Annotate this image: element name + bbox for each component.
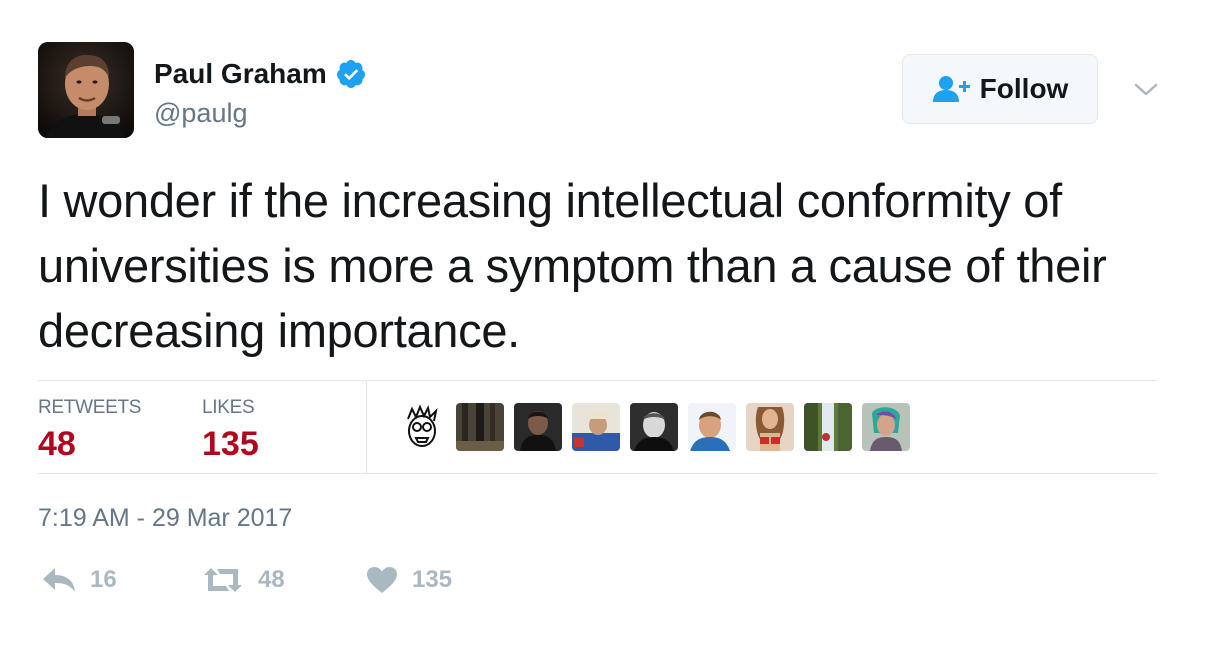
retweets-count: 48 (38, 425, 76, 463)
retweets-label: RETWEETS (38, 397, 142, 418)
more-options-chevron-down-icon[interactable] (1130, 74, 1162, 106)
reply-button[interactable]: 16 (42, 566, 117, 594)
author-name-text[interactable]: Paul Graham (154, 58, 327, 90)
follow-button-label: Follow (979, 73, 1069, 104)
verified-badge-icon (335, 58, 367, 90)
heart-icon (367, 567, 397, 593)
liker-avatar[interactable] (804, 403, 852, 451)
likes-label: LIKES (202, 397, 255, 418)
retweets-stat[interactable]: RETWEETS 48 (38, 397, 141, 464)
liker-avatar[interactable] (862, 403, 910, 451)
tweet-text: I wonder if the increasing intellectual … (38, 174, 1107, 357)
author-handle[interactable]: @paulg (154, 98, 247, 129)
liker-avatar[interactable] (456, 403, 504, 451)
likes-count: 135 (202, 425, 259, 463)
author-name[interactable]: Paul Graham (154, 58, 367, 90)
follow-button[interactable]: Follow (902, 54, 1098, 124)
author-avatar[interactable] (38, 42, 134, 138)
liker-avatar[interactable] (572, 403, 620, 451)
like-button[interactable]: 135 (366, 566, 452, 594)
stats-divider-top (38, 380, 1158, 381)
liker-avatar[interactable] (398, 403, 446, 451)
retweet-count: 48 (258, 566, 285, 593)
liker-avatars (398, 403, 910, 451)
liker-avatar[interactable] (514, 403, 562, 451)
like-count: 135 (412, 566, 453, 593)
stats-vertical-divider (366, 381, 367, 473)
liker-avatar[interactable] (688, 403, 736, 451)
reply-count: 16 (90, 566, 117, 593)
likes-stat[interactable]: LIKES 135 (202, 397, 259, 464)
liker-avatar[interactable] (630, 403, 678, 451)
follow-user-icon (932, 76, 970, 102)
retweet-button[interactable]: 48 (202, 566, 285, 594)
retweet-icon (204, 568, 242, 592)
tweet-timestamp[interactable]: 7:19 AM - 29 Mar 2017 (38, 504, 292, 533)
stats-divider-bottom (38, 473, 1158, 474)
liker-avatar[interactable] (746, 403, 794, 451)
reply-icon (43, 568, 75, 592)
tweet-card: Paul Graham @paulg Follow I wonder if th… (0, 0, 1222, 656)
